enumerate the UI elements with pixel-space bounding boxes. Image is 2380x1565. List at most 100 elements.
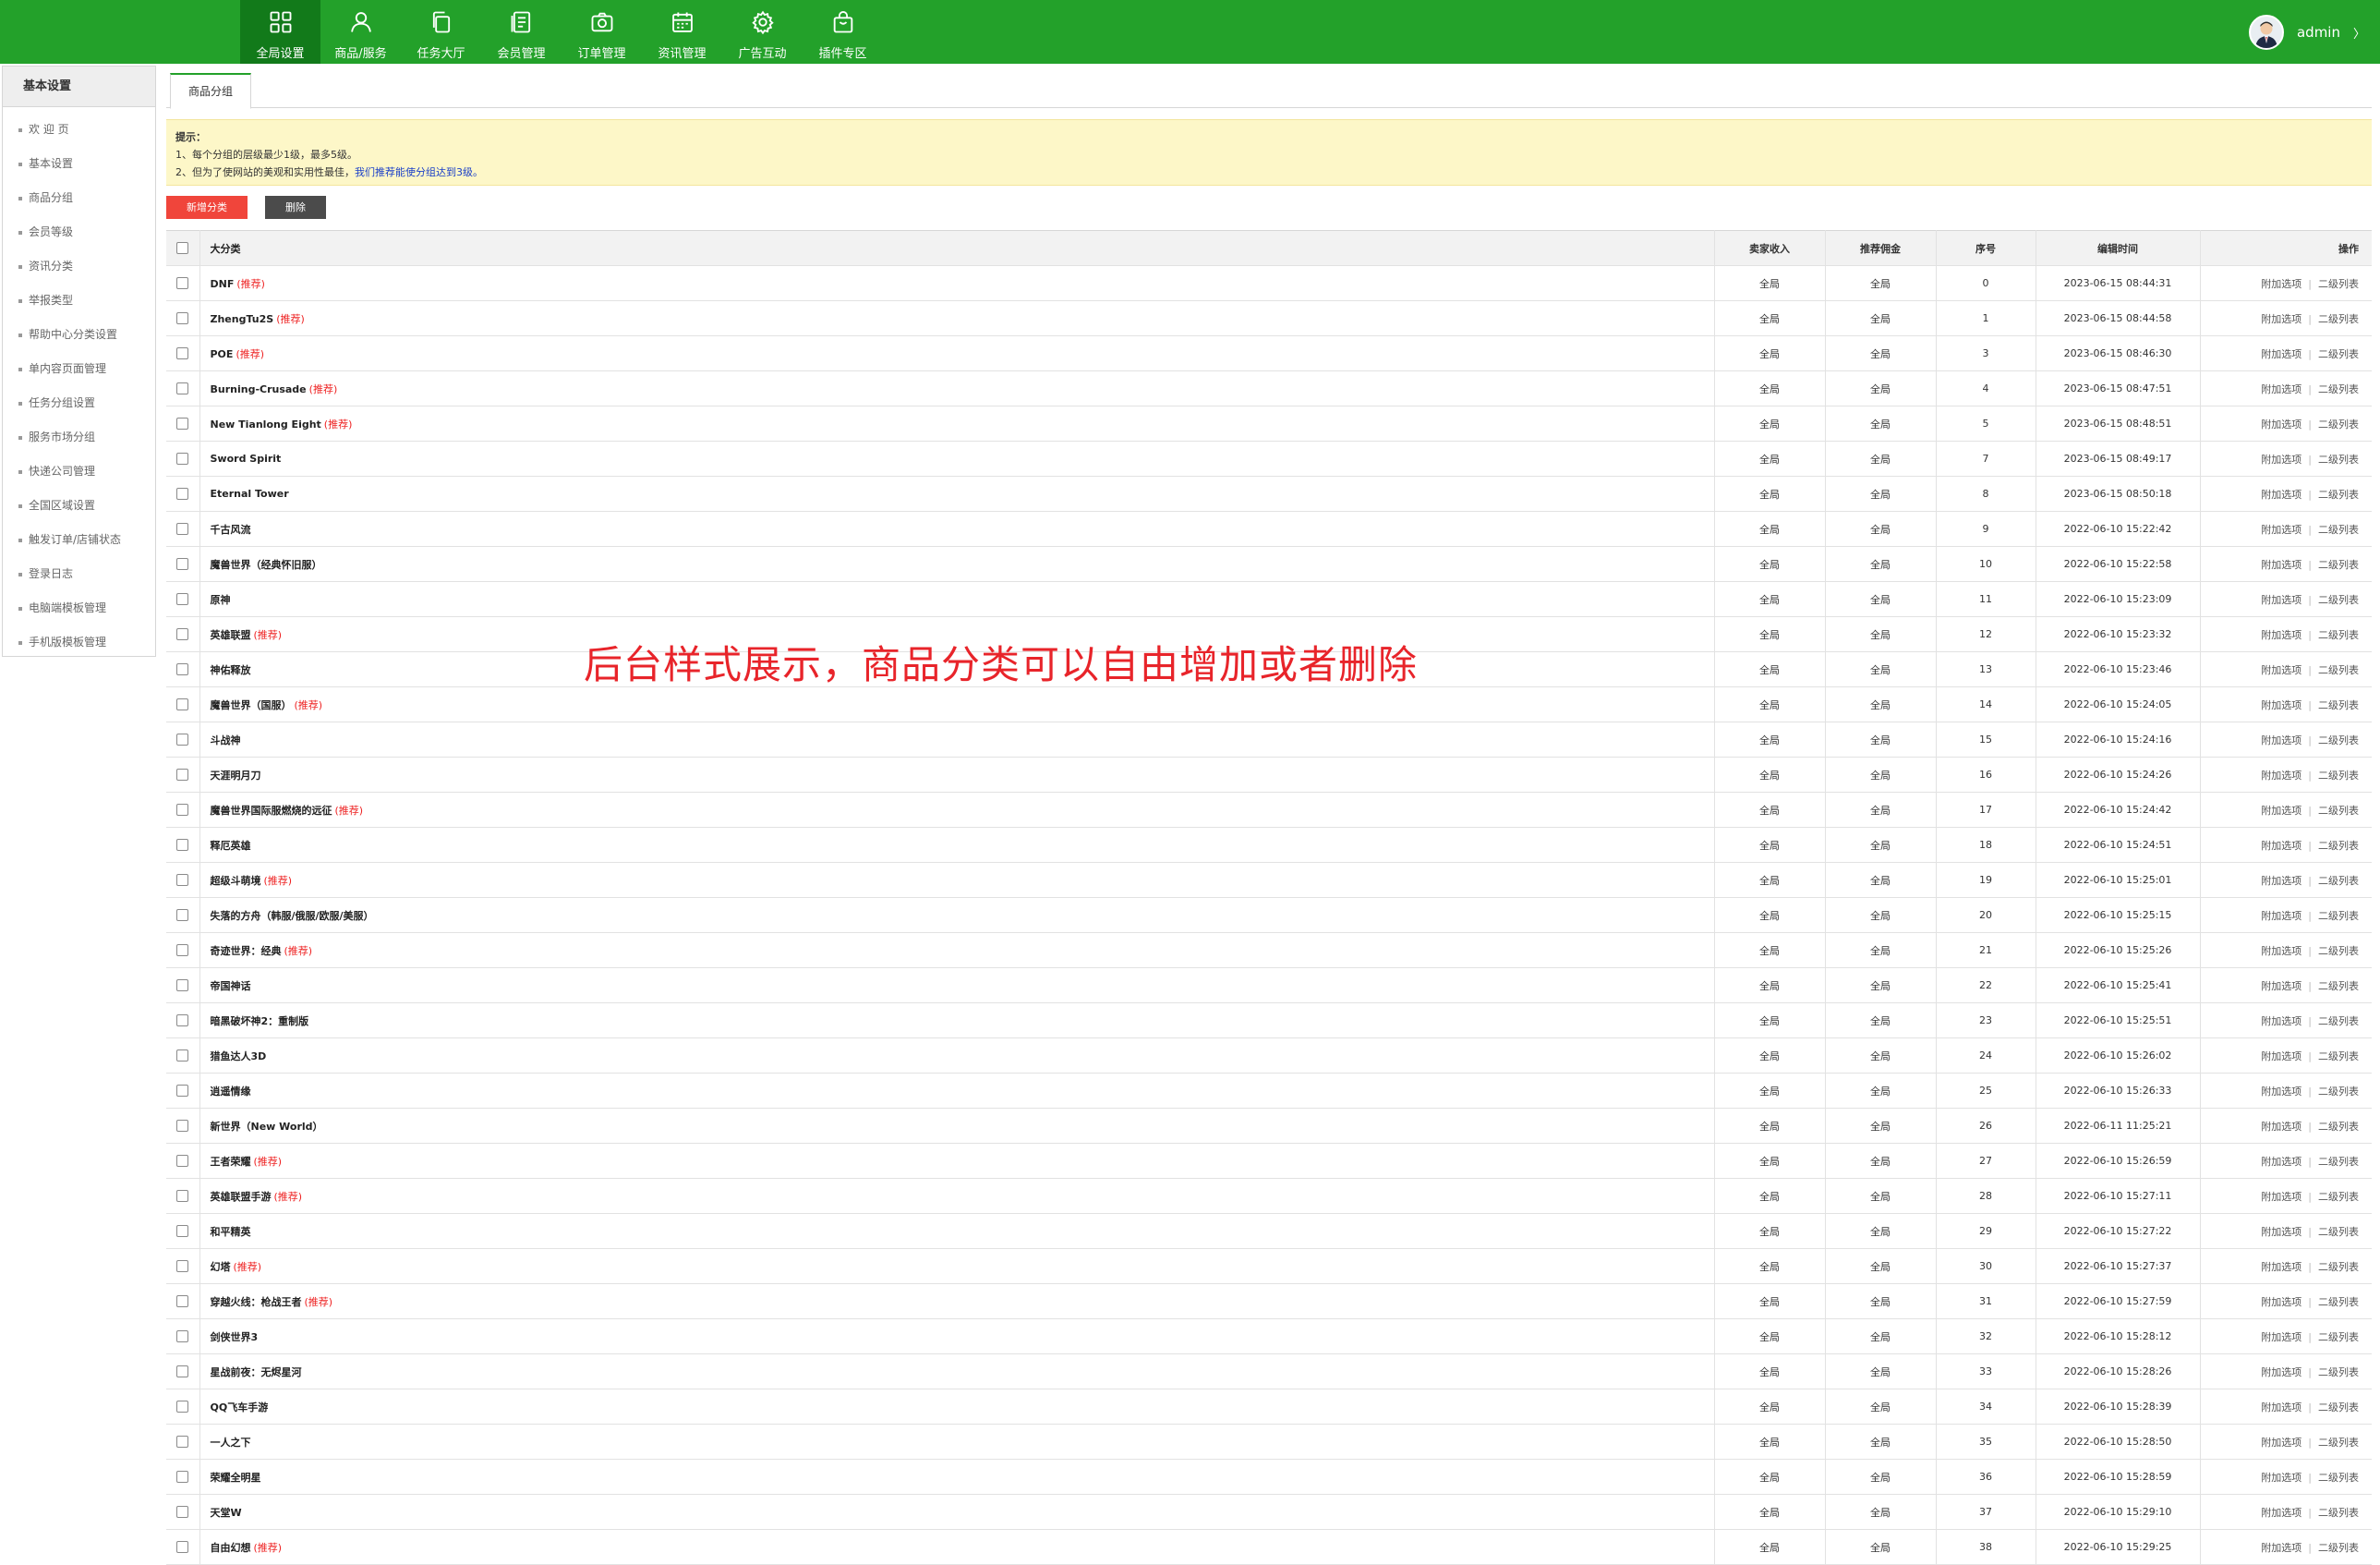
sub-list-link[interactable]: 二级列表 [2318, 1226, 2359, 1238]
nav-item-0[interactable]: 全局设置 [240, 0, 320, 64]
sidebar-item-12[interactable]: 触发订单/店铺状态 [3, 523, 155, 557]
sidebar-item-8[interactable]: 任务分组设置 [3, 386, 155, 420]
sidebar-item-15[interactable]: 手机版模板管理 [3, 625, 155, 660]
sidebar-item-3[interactable]: 会员等级 [3, 215, 155, 249]
row-checkbox[interactable] [176, 1014, 189, 1027]
row-checkbox[interactable] [176, 874, 189, 887]
extra-options-link[interactable]: 附加选项 [2261, 664, 2301, 676]
sub-list-link[interactable]: 二级列表 [2318, 664, 2359, 676]
extra-options-link[interactable]: 附加选项 [2261, 1050, 2301, 1062]
row-checkbox[interactable] [176, 698, 189, 711]
row-checkbox[interactable] [176, 347, 189, 360]
sidebar-item-6[interactable]: 帮助中心分类设置 [3, 318, 155, 352]
sub-list-link[interactable]: 二级列表 [2318, 1261, 2359, 1273]
row-checkbox[interactable] [176, 1365, 189, 1378]
extra-options-link[interactable]: 附加选项 [2261, 1015, 2301, 1027]
row-checkbox[interactable] [176, 488, 189, 501]
extra-options-link[interactable]: 附加选项 [2261, 348, 2301, 360]
extra-options-link[interactable]: 附加选项 [2261, 1401, 2301, 1413]
sub-list-link[interactable]: 二级列表 [2318, 910, 2359, 922]
sub-list-link[interactable]: 二级列表 [2318, 348, 2359, 360]
tab-product-groups[interactable]: 商品分组 [170, 73, 252, 109]
extra-options-link[interactable]: 附加选项 [2261, 454, 2301, 466]
extra-options-link[interactable]: 附加选项 [2261, 629, 2301, 641]
row-checkbox[interactable] [176, 663, 189, 676]
row-checkbox[interactable] [176, 769, 189, 782]
row-checkbox[interactable] [176, 593, 189, 606]
extra-options-link[interactable]: 附加选项 [2261, 1086, 2301, 1098]
extra-options-link[interactable]: 附加选项 [2261, 1507, 2301, 1519]
chevron-right-icon[interactable]: 〉 [2353, 24, 2365, 42]
extra-options-link[interactable]: 附加选项 [2261, 1121, 2301, 1133]
sub-list-link[interactable]: 二级列表 [2318, 1437, 2359, 1449]
extra-options-link[interactable]: 附加选项 [2261, 1261, 2301, 1273]
row-checkbox[interactable] [176, 1260, 189, 1273]
sub-list-link[interactable]: 二级列表 [2318, 594, 2359, 606]
sub-list-link[interactable]: 二级列表 [2318, 1472, 2359, 1484]
sidebar-item-13[interactable]: 登录日志 [3, 557, 155, 591]
row-checkbox[interactable] [176, 418, 189, 431]
sub-list-link[interactable]: 二级列表 [2318, 805, 2359, 817]
sidebar-item-10[interactable]: 快递公司管理 [3, 455, 155, 489]
extra-options-link[interactable]: 附加选项 [2261, 770, 2301, 782]
sidebar-item-2[interactable]: 商品分组 [3, 181, 155, 215]
sub-list-link[interactable]: 二级列表 [2318, 945, 2359, 957]
sub-list-link[interactable]: 二级列表 [2318, 1086, 2359, 1098]
extra-options-link[interactable]: 附加选项 [2261, 489, 2301, 501]
nav-item-5[interactable]: 资讯管理 [642, 0, 722, 64]
sub-list-link[interactable]: 二级列表 [2318, 1401, 2359, 1413]
sidebar-item-14[interactable]: 电脑端模板管理 [3, 591, 155, 625]
sidebar-item-0[interactable]: 欢 迎 页 [3, 113, 155, 147]
sub-list-link[interactable]: 二级列表 [2318, 734, 2359, 746]
extra-options-link[interactable]: 附加选项 [2261, 1331, 2301, 1343]
row-checkbox[interactable] [176, 804, 189, 817]
row-checkbox[interactable] [176, 1401, 189, 1413]
row-checkbox[interactable] [176, 1436, 189, 1449]
nav-item-7[interactable]: 插件专区 [803, 0, 883, 64]
row-checkbox[interactable] [176, 839, 189, 852]
extra-options-link[interactable]: 附加选项 [2261, 313, 2301, 325]
sidebar-item-11[interactable]: 全国区域设置 [3, 489, 155, 523]
nav-item-6[interactable]: 广告互动 [722, 0, 803, 64]
sub-list-link[interactable]: 二级列表 [2318, 1015, 2359, 1027]
sidebar-item-4[interactable]: 资讯分类 [3, 249, 155, 284]
extra-options-link[interactable]: 附加选项 [2261, 1366, 2301, 1378]
add-category-button[interactable]: 新增分类 [166, 196, 248, 219]
tips-recommend-link[interactable]: 我们推荐能使分组达到3级。 [355, 166, 483, 178]
sidebar-item-1[interactable]: 基本设置 [3, 147, 155, 181]
sub-list-link[interactable]: 二级列表 [2318, 559, 2359, 571]
sub-list-link[interactable]: 二级列表 [2318, 875, 2359, 887]
row-checkbox[interactable] [176, 1541, 189, 1554]
sub-list-link[interactable]: 二级列表 [2318, 278, 2359, 290]
extra-options-link[interactable]: 附加选项 [2261, 559, 2301, 571]
row-checkbox[interactable] [176, 523, 189, 536]
row-checkbox[interactable] [176, 1120, 189, 1133]
sidebar-item-7[interactable]: 单内容页面管理 [3, 352, 155, 386]
row-checkbox[interactable] [176, 453, 189, 466]
sub-list-link[interactable]: 二级列表 [2318, 770, 2359, 782]
extra-options-link[interactable]: 附加选项 [2261, 734, 2301, 746]
sub-list-link[interactable]: 二级列表 [2318, 1331, 2359, 1343]
extra-options-link[interactable]: 附加选项 [2261, 1296, 2301, 1308]
sub-list-link[interactable]: 二级列表 [2318, 383, 2359, 395]
sub-list-link[interactable]: 二级列表 [2318, 1156, 2359, 1168]
sub-list-link[interactable]: 二级列表 [2318, 1121, 2359, 1133]
sidebar-item-9[interactable]: 服务市场分组 [3, 420, 155, 455]
sub-list-link[interactable]: 二级列表 [2318, 1366, 2359, 1378]
extra-options-link[interactable]: 附加选项 [2261, 875, 2301, 887]
row-checkbox[interactable] [176, 979, 189, 992]
extra-options-link[interactable]: 附加选项 [2261, 945, 2301, 957]
sub-list-link[interactable]: 二级列表 [2318, 1296, 2359, 1308]
sub-list-link[interactable]: 二级列表 [2318, 313, 2359, 325]
row-checkbox[interactable] [176, 1190, 189, 1203]
avatar[interactable] [2248, 15, 2284, 50]
extra-options-link[interactable]: 附加选项 [2261, 1191, 2301, 1203]
extra-options-link[interactable]: 附加选项 [2261, 1156, 2301, 1168]
user-menu[interactable]: admin 〉 [2248, 15, 2365, 50]
extra-options-link[interactable]: 附加选项 [2261, 910, 2301, 922]
sub-list-link[interactable]: 二级列表 [2318, 419, 2359, 431]
sub-list-link[interactable]: 二级列表 [2318, 524, 2359, 536]
extra-options-link[interactable]: 附加选项 [2261, 524, 2301, 536]
extra-options-link[interactable]: 附加选项 [2261, 805, 2301, 817]
nav-item-3[interactable]: 会员管理 [481, 0, 562, 64]
